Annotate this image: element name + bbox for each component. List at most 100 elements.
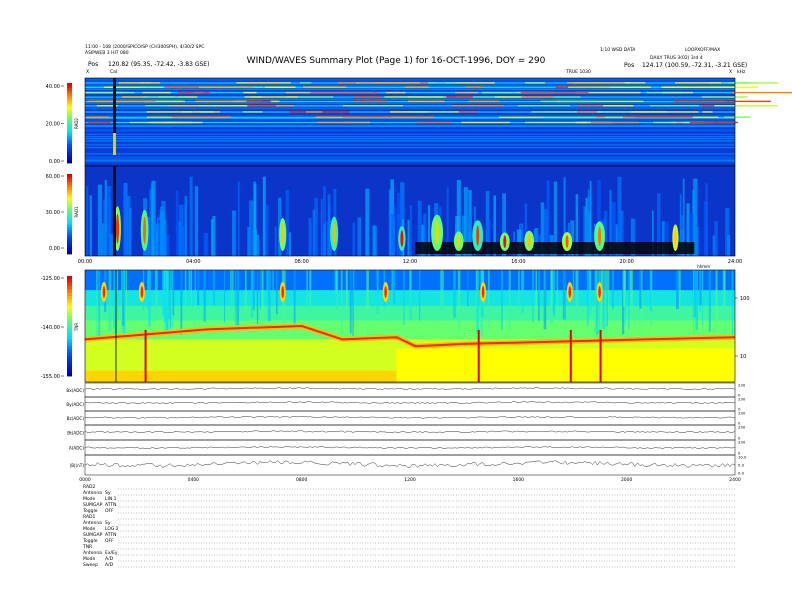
- rad1-streak: [265, 204, 269, 256]
- rad2-noise-band: [85, 129, 735, 131]
- rad2-band-segment: [714, 105, 778, 107]
- rad2-noise-band: [85, 94, 735, 96]
- tnr-streak: [116, 270, 119, 319]
- tnr-colorbar-swatch: [67, 366, 72, 370]
- rad2-band-segment: [524, 82, 546, 84]
- tnr-streak: [639, 270, 642, 309]
- rad1-emission-core: [503, 235, 507, 248]
- rad1-streak: [104, 179, 107, 256]
- rad1-colorbar-swatch: [67, 176, 72, 180]
- rad1-colorbar-swatch: [67, 208, 72, 212]
- footer-row-label: TNR: [83, 545, 93, 550]
- rad2-band-segment: [567, 82, 605, 84]
- rad2-band-segment: [410, 111, 459, 113]
- rad1-streak: [182, 225, 185, 256]
- mag-right-tick-label: 230: [738, 425, 746, 430]
- y-tick-label: -155.00: [41, 374, 60, 380]
- tnr-streak: [376, 270, 379, 314]
- rad2-noise-band: [85, 159, 735, 161]
- rad2-noise-band: [85, 88, 735, 90]
- y-tick-label: 60.00: [46, 174, 60, 180]
- mag-series-label: By(ADC): [66, 402, 84, 407]
- panel-ylabel: RAD2: [74, 118, 79, 129]
- tnr-streak: [649, 270, 652, 312]
- rad2-noise-band: [85, 125, 735, 127]
- tnr-streak: [197, 270, 200, 305]
- rad2-band-segment: [575, 121, 587, 124]
- footer-row-label: Toggle: [83, 539, 98, 544]
- rad1-emission-core: [565, 235, 569, 248]
- footer-row: SUMGAP ATTN: [83, 533, 117, 538]
- rad2-band-segment: [568, 86, 610, 88]
- footer-row-value: Sy: [105, 491, 111, 496]
- rad1-x-tick-label: 12:00: [403, 259, 417, 265]
- tnr-streak: [212, 270, 215, 305]
- tnr-streak: [180, 270, 183, 335]
- rad1-colorbar-swatch: [67, 187, 72, 191]
- tnr-streak: [236, 270, 240, 326]
- tnr-streak: [552, 270, 555, 313]
- rad1-colorbar-swatch: [67, 251, 72, 255]
- tnr-streak: [230, 270, 232, 312]
- mag-right-tick-label: 230: [738, 411, 746, 416]
- tnr-colorbar-swatch: [67, 346, 72, 350]
- rad2-noise-band: [85, 155, 735, 157]
- summary-plot: 40.00 20.00 0.00 RAD2 60.00 30.00 0.00 RAD1 00:0…: [41, 77, 792, 568]
- mag-x-tick-label: 0000: [79, 477, 91, 483]
- tnr-colorbar-swatch: [67, 289, 72, 294]
- tnr-streak: [203, 270, 207, 322]
- rad1-emission-core: [400, 230, 404, 247]
- tnr-streak: [272, 270, 274, 304]
- mag-right-tick-label: 5.0: [738, 463, 745, 468]
- rad1-colorbar-swatch: [67, 195, 72, 199]
- rad2-noise-band: [85, 80, 735, 82]
- tnr-streak: [256, 270, 259, 324]
- footer-row: RAD2: [83, 485, 105, 490]
- rad1-streak: [97, 184, 103, 256]
- rad1-streak: [237, 181, 240, 256]
- rad1-streak: [352, 222, 355, 256]
- footer-row-value: A/D: [105, 557, 114, 562]
- tnr-burst-core: [481, 286, 485, 298]
- tnr-colorbar-swatch: [67, 316, 72, 320]
- rad2-band-segment: [87, 91, 135, 94]
- tnr-streak: [440, 270, 443, 310]
- rad1-colorbar-swatch: [67, 206, 72, 210]
- mag-series-label: A(ADC): [69, 446, 85, 451]
- panel-ylabel: TNR: [74, 323, 79, 332]
- rad2-noise-band: [85, 141, 735, 142]
- rad2-noise-band: [85, 113, 735, 115]
- rad2-colorbar-swatch: [67, 99, 72, 103]
- rad2-band-segment: [247, 105, 276, 107]
- rad2-colorbar-swatch: [67, 125, 72, 129]
- tnr-streak: [148, 270, 151, 327]
- rad2-band-segment: [87, 121, 111, 124]
- footer-row: Antenna Sy: [83, 521, 111, 526]
- tnr-streak: [518, 270, 520, 311]
- footer-row-label: Toggle: [83, 509, 98, 514]
- tnr-streak: [594, 270, 598, 334]
- tnr-streak: [606, 270, 608, 326]
- rad1-streak: [175, 190, 179, 256]
- rad2-band-segment: [624, 82, 646, 84]
- rad1-x-tick-label: 16:00: [511, 259, 525, 265]
- rad2-band-segment: [199, 111, 215, 113]
- rad2-band-segment: [354, 100, 388, 103]
- tnr-streak: [293, 270, 296, 327]
- tnr-streak: [162, 270, 165, 316]
- rad1-emission-core: [332, 222, 336, 246]
- rad2-band-segment: [451, 105, 504, 107]
- footer-row-value: LOG 2: [105, 527, 119, 532]
- tnr-streak: [556, 270, 559, 318]
- rad2-band-segment: [592, 100, 644, 103]
- tnr-streak: [572, 270, 575, 306]
- tnr-colorbar-swatch: [67, 356, 72, 360]
- tnr-streak: [366, 270, 369, 310]
- mag-series-label: |B|(nT): [70, 463, 85, 468]
- tnr-colorbar-swatch: [67, 352, 72, 357]
- footer-row-label: Sweep: [83, 563, 98, 568]
- rad2-band-segment: [603, 105, 634, 107]
- rad2-colorbar-swatch: [67, 93, 72, 97]
- tnr-spike: [599, 330, 602, 382]
- rad1-emission-core: [116, 213, 119, 244]
